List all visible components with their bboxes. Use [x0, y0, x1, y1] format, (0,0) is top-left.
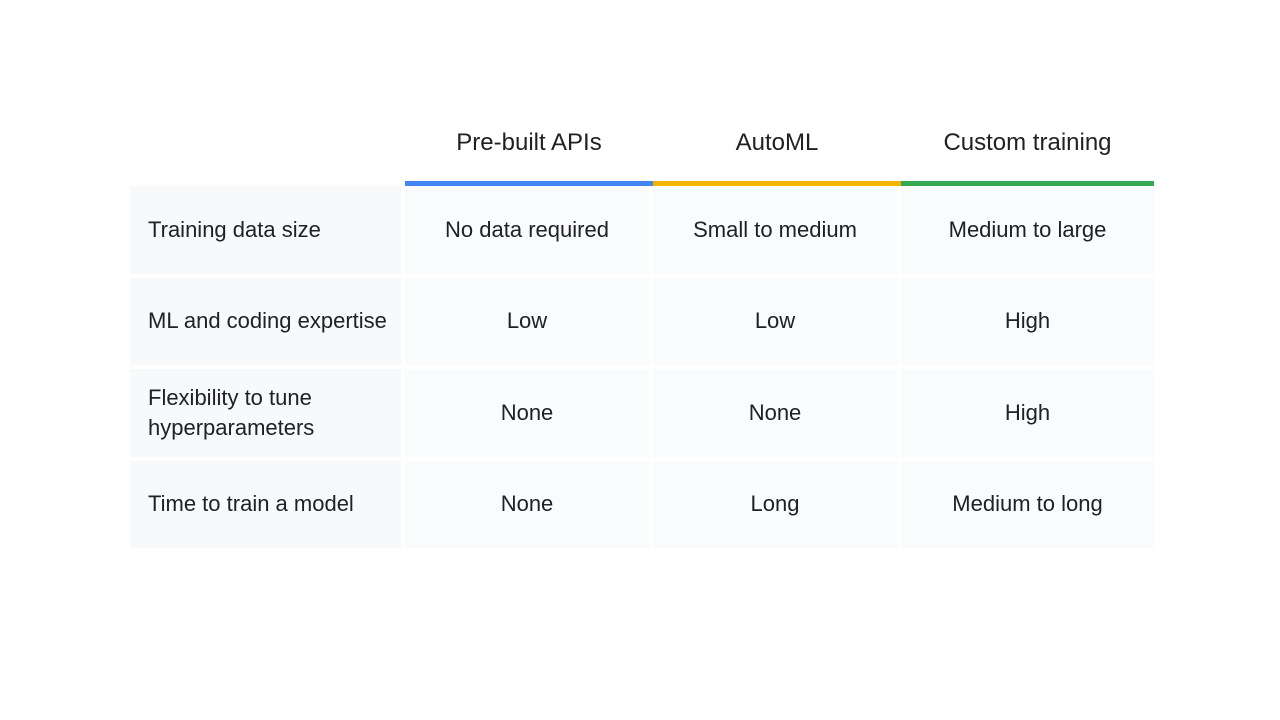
- column-header-label: Custom training: [943, 129, 1112, 156]
- table-cell: High: [901, 369, 1154, 461]
- column-header-prebuilt-apis: Pre-built APIs: [405, 108, 653, 186]
- row-label-time-to-train: Time to train a model: [130, 460, 405, 552]
- column-header-label: Pre-built APIs: [456, 129, 602, 156]
- table-cell: None: [405, 460, 653, 552]
- row-label-training-data-size: Training data size: [130, 186, 405, 278]
- column-header-label: AutoML: [735, 129, 819, 156]
- table-cell: High: [901, 277, 1154, 369]
- column-accent-bar-blue: [405, 181, 653, 186]
- table-row: Time to train a model None Long Medium t…: [130, 460, 1154, 552]
- table-cell: No data required: [405, 186, 653, 278]
- table-row: ML and coding expertise Low Low High: [130, 277, 1154, 369]
- table-cell: None: [653, 369, 901, 461]
- table-cell: Medium to long: [901, 460, 1154, 552]
- table-row: Training data size No data required Smal…: [130, 186, 1154, 278]
- table-cell: Low: [653, 277, 901, 369]
- table-cell: None: [405, 369, 653, 461]
- column-accent-bar-green: [901, 181, 1154, 186]
- table-header-row: Pre-built APIs AutoML Custom training: [130, 108, 1154, 186]
- slide: Pre-built APIs AutoML Custom training Tr…: [0, 0, 1280, 720]
- column-header-automl: AutoML: [653, 108, 901, 186]
- table-row: Flexibility to tune hyperparameters None…: [130, 369, 1154, 461]
- table-cell: Medium to large: [901, 186, 1154, 278]
- table-cell: Low: [405, 277, 653, 369]
- column-header-custom-training: Custom training: [901, 108, 1154, 186]
- table-cell: Small to medium: [653, 186, 901, 278]
- table-cell: Long: [653, 460, 901, 552]
- row-label-ml-coding-expertise: ML and coding expertise: [130, 277, 405, 369]
- header-corner-cell: [130, 108, 405, 186]
- column-accent-bar-yellow: [653, 181, 901, 186]
- row-label-flexibility-hyperparameters: Flexibility to tune hyperparameters: [130, 369, 405, 461]
- comparison-table: Pre-built APIs AutoML Custom training Tr…: [130, 108, 1154, 552]
